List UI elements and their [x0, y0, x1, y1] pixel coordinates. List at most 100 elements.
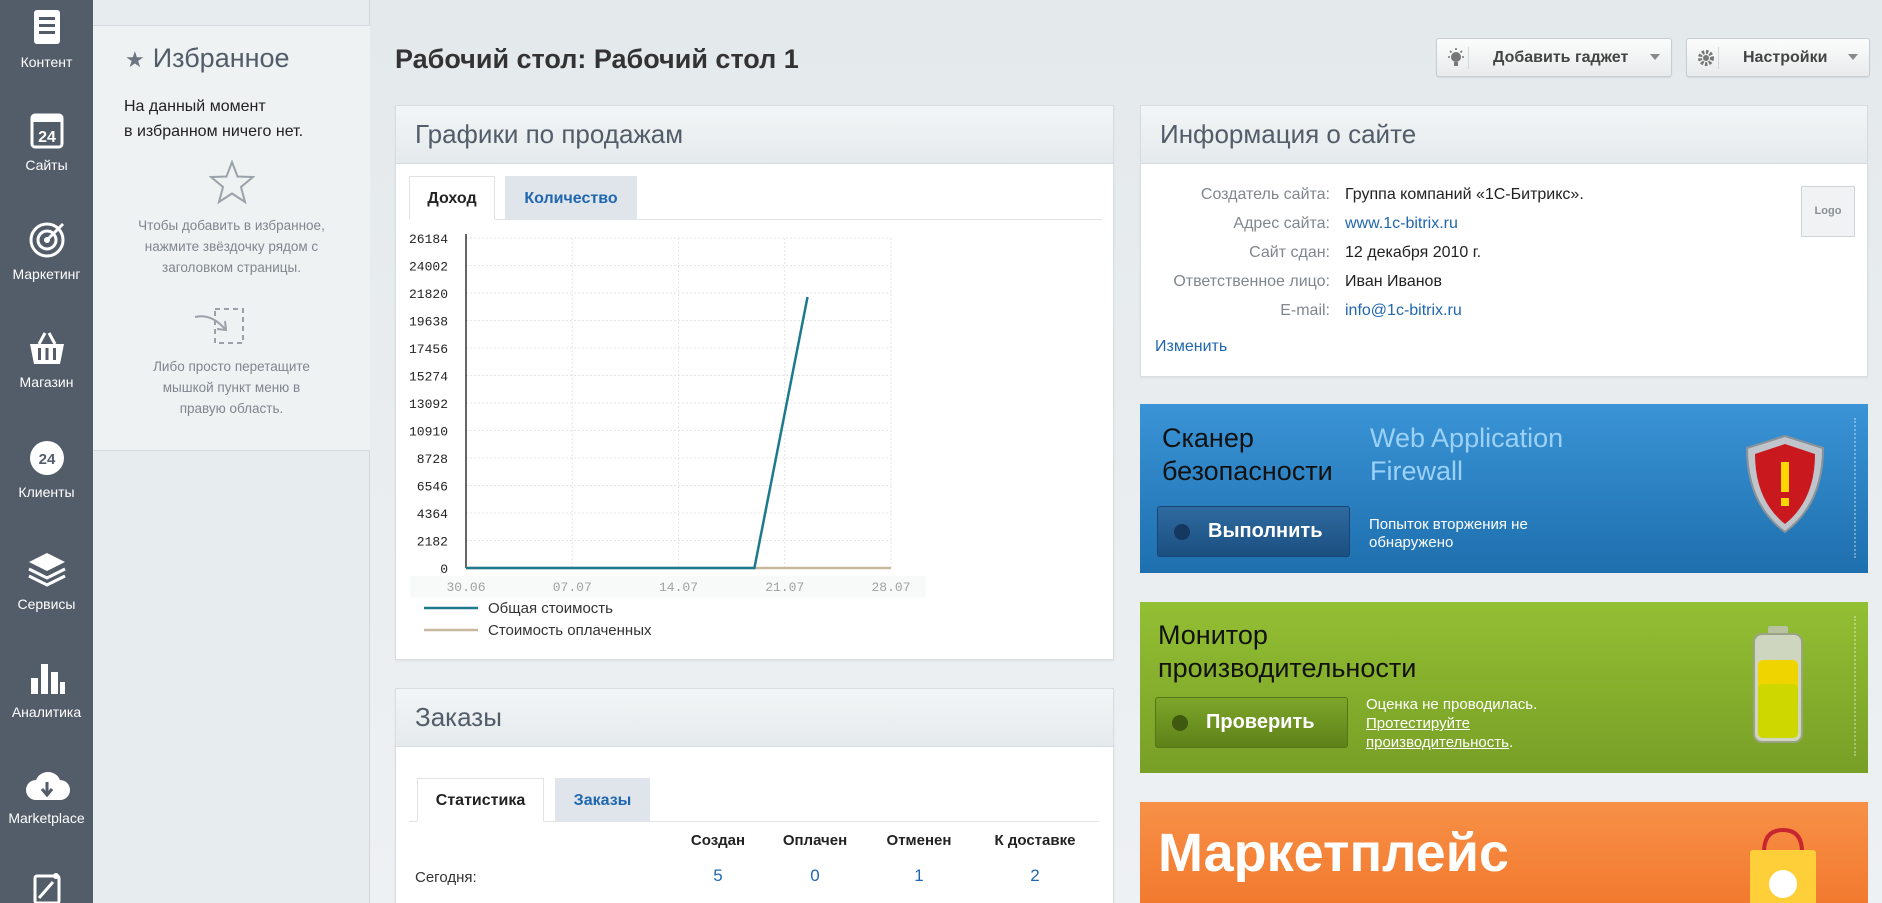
analytics-icon	[30, 664, 65, 694]
add-gadget-button[interactable]: Добавить гаджет	[1436, 38, 1672, 77]
tab-income[interactable]: Доход	[409, 176, 495, 220]
nav-item-more[interactable]	[0, 870, 93, 903]
monitor-status-line: Оценка не проводилась.	[1366, 696, 1538, 713]
waf-title-line: Web Application	[1370, 423, 1564, 453]
content-icon	[33, 10, 60, 44]
sales-tabs: Доход Количество	[409, 174, 1102, 220]
scanner-status-line: обнаружено	[1369, 534, 1454, 551]
orders-tabs: Статистика Заказы	[409, 776, 1099, 822]
favorites-empty-message: На данный момент в избранном ничего нет.	[124, 94, 303, 144]
scanner-status-line: Попыток вторжения не	[1369, 516, 1528, 533]
hint-line: Чтобы добавить в избранное,	[138, 218, 325, 233]
nav-item-services[interactable]: Сервисы	[0, 550, 93, 612]
settings-label: Настройки	[1743, 49, 1828, 66]
tab-statistics[interactable]: Статистика	[417, 778, 544, 822]
target-icon	[29, 222, 64, 258]
chart-y-tick-label: 2182	[417, 535, 448, 550]
monitor-title: Монитор производительности	[1158, 619, 1416, 685]
column-created: Создан	[690, 832, 746, 849]
check-performance-label: Проверить	[1206, 711, 1315, 733]
creator-value: Группа компаний «1С-Битрикс».	[1345, 186, 1584, 203]
chart-y-tick-label: 19638	[409, 315, 448, 330]
column-paid: Оплачен	[782, 832, 848, 849]
chart-y-tick-label: 0	[440, 562, 448, 577]
empty-line: в избранном ничего нет.	[124, 123, 304, 140]
favorites-panel: ★ Избранное На данный момент в избранном …	[93, 0, 370, 903]
today-paid[interactable]: 0	[767, 866, 863, 886]
sites-icon: 24	[30, 113, 63, 149]
security-scanner-banner: Сканер безопасности Web Application Fire…	[1140, 404, 1868, 573]
chart-y-tick-label: 4364	[417, 507, 448, 522]
nav-item-content[interactable]: Контент	[0, 8, 93, 70]
sales-chart: 2618424002218201963817456152741309210910…	[409, 232, 926, 639]
monitor-status: Оценка не проводилась. Протестируйте про…	[1366, 695, 1537, 752]
nav-item-sites[interactable]: 24 Сайты	[0, 113, 93, 173]
settings-button[interactable]: Настройки	[1686, 38, 1870, 77]
basket-icon	[29, 332, 64, 364]
nav-item-marketplace[interactable]: Marketplace	[0, 768, 93, 826]
site-info-title[interactable]: Информация о сайте	[1141, 106, 1867, 164]
today-to-delivery[interactable]: 2	[975, 866, 1095, 886]
person-label: Ответственное лицо:	[1173, 273, 1330, 290]
tab-orders[interactable]: Заказы	[555, 778, 650, 822]
drag-handle[interactable]	[1854, 418, 1858, 558]
performance-monitor-banner: Монитор производительности Проверить Оце…	[1140, 602, 1868, 773]
chart-y-tick-label: 17456	[409, 342, 448, 357]
nav-label: Аналитика	[11, 704, 82, 720]
site-address-link[interactable]: www.1c-bitrix.ru	[1345, 215, 1458, 233]
empty-line: На данный момент	[124, 98, 266, 115]
services-icon	[27, 553, 66, 587]
orders-panel-title[interactable]: Заказы	[396, 689, 1113, 747]
monitor-title-line: производительности	[1158, 653, 1417, 683]
chart-y-tick-label: 8728	[417, 452, 448, 467]
link-suffix: .	[1508, 734, 1514, 751]
nav-label: Сервисы	[17, 596, 76, 612]
scanner-title-line: Сканер	[1162, 423, 1254, 453]
legend-label: Общая стоимость	[488, 600, 613, 617]
sales-panel-title[interactable]: Графики по продажам	[396, 106, 1113, 164]
scanner-title-line: безопасности	[1162, 456, 1333, 486]
test-performance-link[interactable]: производительность	[1366, 734, 1509, 751]
clients-icon: 24	[29, 441, 64, 475]
waf-title-line: Firewall	[1370, 456, 1464, 486]
person-value: Иван Иванов	[1345, 273, 1442, 290]
magic-wand-icon	[33, 873, 60, 903]
lightbulb-icon	[1447, 47, 1469, 69]
marketplace-title: Маркетплейс	[1158, 823, 1509, 883]
hint-line: правую область.	[179, 401, 284, 416]
chart-y-tick-label: 26184	[409, 232, 448, 247]
nav-item-marketing[interactable]: Маркетинг	[0, 220, 93, 282]
nav-item-clients[interactable]: 24 Клиенты	[0, 438, 93, 500]
today-cancelled[interactable]: 1	[871, 866, 967, 886]
address-label: Адрес сайта:	[1233, 215, 1330, 232]
gear-icon	[1697, 47, 1719, 69]
nav-label: Контент	[20, 54, 73, 70]
svg-text:24: 24	[38, 129, 56, 146]
drag-handle[interactable]	[1854, 616, 1858, 756]
chart-y-tick-label: 24002	[409, 260, 448, 275]
chart-y-tick-label: 21820	[409, 287, 448, 302]
email-link[interactable]: info@1c-bitrix.ru	[1345, 302, 1462, 320]
chevron-down-icon	[1650, 54, 1660, 60]
test-performance-link[interactable]: Протестируйте	[1366, 715, 1470, 732]
waf-title: Web Application Firewall	[1370, 422, 1563, 488]
today-created[interactable]: 5	[670, 866, 766, 886]
hint-line: мышкой пункт меню в	[162, 380, 301, 395]
run-scanner-button[interactable]: Выполнить	[1157, 506, 1350, 557]
favorites-hint-star: Чтобы добавить в избранное, нажмите звёз…	[113, 215, 350, 278]
edit-link[interactable]: Изменить	[1155, 338, 1227, 356]
nav-item-analytics[interactable]: Аналитика	[0, 658, 93, 720]
left-nav: Контент 24 Сайты Маркетинг Магазин 24 Кл…	[0, 0, 93, 903]
check-performance-button[interactable]: Проверить	[1155, 697, 1348, 748]
scanner-status: Попыток вторжения не обнаружено	[1369, 516, 1528, 552]
nav-item-shop[interactable]: Магазин	[0, 330, 93, 390]
row-today-label: Сегодня:	[415, 869, 477, 886]
favorites-hint-drag: Либо просто перетащите мышкой пункт меню…	[113, 356, 350, 419]
nav-label: Маркетинг	[12, 266, 81, 282]
battery-icon	[1753, 626, 1803, 743]
nav-label: Магазин	[19, 374, 74, 390]
creator-label: Создатель сайта:	[1200, 186, 1330, 203]
tab-quantity[interactable]: Количество	[505, 176, 637, 220]
hint-line: заголовком страницы.	[162, 260, 301, 275]
drag-drop-icon	[194, 308, 244, 344]
